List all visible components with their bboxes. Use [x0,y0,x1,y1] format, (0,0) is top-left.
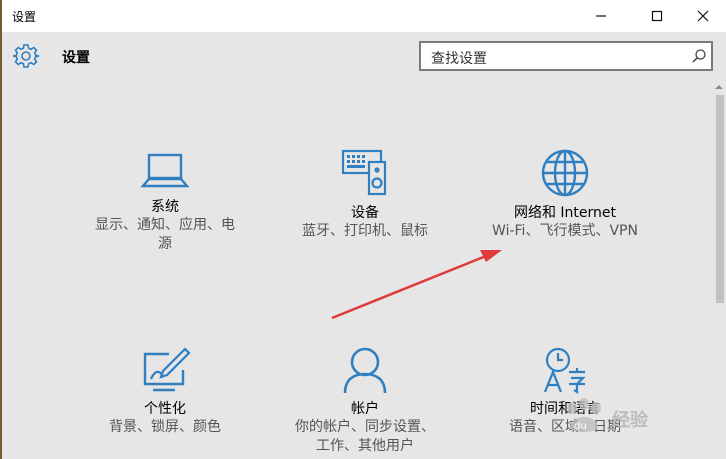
paw-logo-icon: du [567,398,601,432]
watermark-text: 经验 [612,410,648,431]
scrollbar[interactable] [712,82,726,459]
svg-text:du: du [574,421,587,432]
scroll-up-icon[interactable] [715,83,723,91]
watermark: du 经验 [560,392,690,442]
scroll-thumb[interactable] [716,95,724,303]
settings-window: 设置 设置 查找设置 系统 显示、通知、应用、电 源 设备 蓝牙、打印机、鼠标 … [0,0,726,459]
annotation-arrow [331,250,502,320]
